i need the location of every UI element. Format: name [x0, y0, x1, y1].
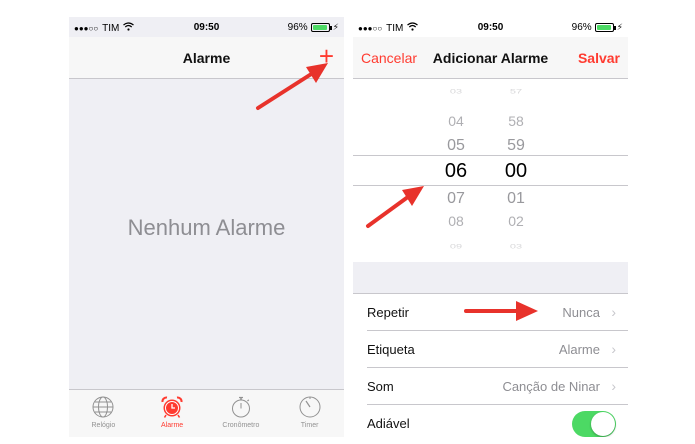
status-bar: ●●●○○ TIM 09:50 96% ⚡ — [69, 17, 344, 37]
time-picker[interactable]: 03 04 05 06 07 08 09 57 58 59 00 01 02 03 — [353, 80, 628, 262]
tab-label: Relógio — [91, 422, 116, 429]
chevron-right-icon: › — [611, 341, 616, 357]
row-value: Alarme — [558, 342, 600, 357]
nav-bar: Alarme + — [69, 37, 344, 79]
picker-value[interactable]: 03 — [431, 89, 481, 96]
tab-cronometro[interactable]: Cronômetro — [207, 390, 276, 437]
battery-icon — [310, 23, 332, 32]
tab-label: Cronômetro — [222, 422, 260, 429]
add-alarm-screen: ●●●○○ TIM 09:50 96% ⚡ Cancelar Adicionar… — [353, 17, 628, 437]
charging-icon: ⚡ — [616, 22, 623, 32]
snooze-toggle[interactable] — [572, 411, 616, 437]
alarm-clock-icon — [161, 396, 183, 418]
tab-relogio[interactable]: Relógio — [69, 390, 138, 437]
tab-bar: Relógio Alarme Cronômetro Timer — [69, 389, 344, 437]
row-value: Canção de Ninar — [502, 379, 600, 394]
globe-icon — [92, 396, 114, 418]
picker-selection-bottom-line — [353, 185, 628, 186]
picker-value[interactable]: 03 — [491, 244, 541, 251]
timer-icon — [299, 396, 321, 418]
picker-value[interactable]: 05 — [431, 137, 481, 155]
row-value: Nunca — [562, 305, 600, 320]
page-title: Alarme — [182, 50, 231, 66]
battery-percent: 96% — [287, 22, 308, 33]
stopwatch-icon — [231, 396, 250, 418]
empty-state-text: Nenhum Alarme — [127, 215, 286, 240]
picker-value[interactable]: 59 — [491, 137, 541, 155]
picker-value[interactable]: 07 — [431, 190, 481, 208]
picker-selected-value[interactable]: 00 — [491, 160, 541, 183]
tab-alarme[interactable]: Alarme — [138, 390, 207, 437]
row-label: Adiável — [367, 416, 410, 431]
tab-label: Timer — [300, 422, 319, 429]
status-bar: ●●●○○ TIM 09:50 96% ⚡ — [353, 17, 628, 37]
tab-label: Alarme — [161, 422, 184, 429]
picker-value[interactable]: 02 — [491, 213, 541, 229]
battery-percent: 96% — [571, 22, 592, 33]
picker-value[interactable]: 08 — [431, 213, 481, 229]
picker-value[interactable]: 57 — [491, 89, 541, 96]
chevron-right-icon: › — [611, 304, 616, 320]
section-gap — [353, 262, 628, 294]
tab-timer[interactable]: Timer — [275, 390, 344, 437]
snooze-row: Adiável — [353, 405, 628, 437]
picker-value[interactable]: 04 — [431, 113, 481, 129]
row-label: Etiqueta — [367, 342, 415, 357]
add-alarm-button[interactable]: + — [319, 43, 334, 69]
row-label: Repetir — [367, 305, 409, 320]
picker-selection-top-line — [353, 155, 628, 156]
label-row[interactable]: Etiqueta Alarme › — [353, 331, 628, 368]
charging-icon: ⚡ — [332, 22, 339, 32]
chevron-right-icon: › — [611, 378, 616, 394]
toggle-knob — [591, 412, 615, 436]
battery-icon — [594, 23, 616, 32]
sound-row[interactable]: Som Canção de Ninar › — [353, 368, 628, 405]
picker-value[interactable]: 01 — [491, 190, 541, 208]
repeat-row[interactable]: Repetir Nunca › — [353, 294, 628, 331]
nav-bar: Cancelar Adicionar Alarme Salvar — [353, 37, 628, 79]
picker-selected-value[interactable]: 06 — [431, 160, 481, 183]
save-button[interactable]: Salvar — [578, 50, 620, 66]
picker-value[interactable]: 09 — [431, 244, 481, 251]
picker-value[interactable]: 58 — [491, 113, 541, 129]
alarm-list-screen: ●●●○○ TIM 09:50 96% ⚡ Alarme + Nenhum Al… — [69, 17, 344, 437]
row-label: Som — [367, 379, 394, 394]
